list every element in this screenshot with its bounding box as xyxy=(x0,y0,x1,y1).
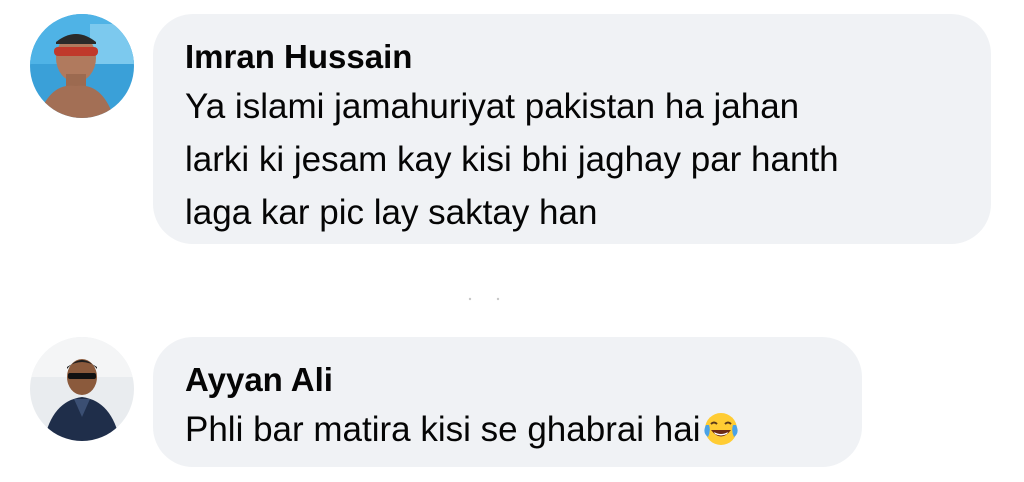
comment-bubble[interactable]: Imran Hussain Ya islami jamahuriyat paki… xyxy=(153,14,991,244)
avatar-ayyan-ali[interactable] xyxy=(30,337,134,441)
divider-dots xyxy=(468,297,500,301)
comment-text: Phli bar matira kisi se ghabrai hai xyxy=(185,403,739,462)
avatar-image xyxy=(30,14,134,118)
comment-bubble[interactable]: Ayyan Ali Phli bar matira kisi se ghabra… xyxy=(153,337,862,467)
comment-text: Ya islami jamahuriyat pakistan ha jahan … xyxy=(185,87,839,232)
avatar-image xyxy=(30,337,134,441)
comment-author[interactable]: Ayyan Ali xyxy=(185,360,333,400)
comment-text-content: Phli bar matira kisi se ghabrai hai xyxy=(185,410,701,449)
face-with-tears-of-joy-icon xyxy=(703,409,739,462)
avatar-imran-hussain[interactable] xyxy=(30,14,134,118)
comment-author[interactable]: Imran Hussain xyxy=(185,37,412,77)
